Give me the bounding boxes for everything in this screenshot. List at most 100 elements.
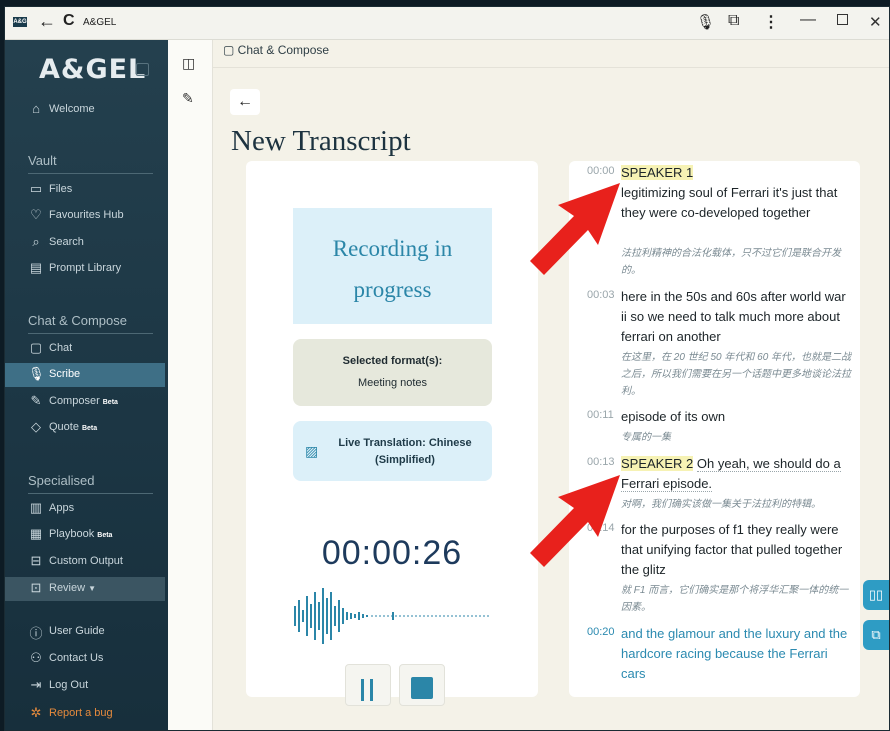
sidebar-item-favourites-hub[interactable]: ♡ Favourites Hub xyxy=(5,204,168,228)
heart-icon: ♡ xyxy=(30,207,42,222)
sidebar-item-user-guide[interactable]: ⓘ User Guide xyxy=(5,620,168,644)
reload-icon[interactable]: C xyxy=(63,12,75,30)
sidebar-item-label: User Guide xyxy=(49,625,105,637)
chat-icon: ▢ xyxy=(223,43,238,57)
translation-text: 对啊，我们确实该做一集关于法拉利的特辑。 xyxy=(621,499,821,510)
sidebar-item-contact-us[interactable]: ⚇ Contact Us xyxy=(5,647,168,671)
output-icon: ⊟ xyxy=(30,553,42,568)
sidebar-item-custom-output[interactable]: ⊟ Custom Output xyxy=(5,550,168,574)
sidebar-item-review[interactable]: ⊡ Review ▼ xyxy=(5,577,165,601)
sidebar-item-quote[interactable]: ◇ Quote Beta xyxy=(5,416,168,440)
sidebar-item-label: Review ▼ xyxy=(49,582,96,594)
timestamp: 00:20 xyxy=(587,626,615,638)
divider xyxy=(213,67,889,68)
sidebar-item-label: Report a bug xyxy=(49,707,113,719)
sidebar-item-log-out[interactable]: ⇥ Log Out xyxy=(5,674,168,698)
sidebar-item-label: Files xyxy=(49,183,73,195)
sidebar-collapse-icon[interactable] xyxy=(136,63,149,76)
sidebar-item-label: Prompt Library xyxy=(49,262,122,274)
recording-status-box: Recording in progress xyxy=(293,208,492,324)
sidebar-item-report-bug[interactable]: ✲ Report a bug xyxy=(5,702,168,726)
label-text: Quote xyxy=(49,421,79,433)
label-text: Composer xyxy=(49,395,100,407)
beta-badge: Beta xyxy=(102,399,118,406)
waveform-bars xyxy=(294,588,394,644)
translation-text: 法拉利精神的合法化载体，只不过它们是联合开发的。 xyxy=(621,248,841,276)
maximize-icon[interactable] xyxy=(837,14,848,25)
beta-badge: Beta xyxy=(97,532,113,539)
segment-text-body: legitimizing soul of Ferrari it's just t… xyxy=(621,185,838,220)
brand-logo: A&GEL xyxy=(39,54,147,85)
sidebar-item-files[interactable]: ▭ Files xyxy=(5,178,168,202)
translation-text: 在这里，在 20 世纪 50 年代和 60 年代，也就是二战之后，所以我们需要在… xyxy=(621,352,852,397)
app-window: A&G ← C A&GEL 🎙 ⧉ ⋮ — ✕ A&GEL ⌂ Welcome … xyxy=(4,6,890,731)
stop-icon xyxy=(411,677,433,699)
translation-text: 专属的一集 xyxy=(621,432,671,443)
segment-text: episode of its own xyxy=(621,409,726,424)
back-arrow-icon[interactable]: ← xyxy=(38,11,56,32)
panel-toggle-icon[interactable]: ◫ xyxy=(182,55,195,72)
sidebar-item-label: Favourites Hub xyxy=(49,209,124,221)
close-icon[interactable]: ✕ xyxy=(869,13,882,31)
sidebar-item-prompt-library[interactable]: ▤ Prompt Library xyxy=(5,257,168,281)
stop-button[interactable] xyxy=(399,664,445,706)
sidebar-item-label: Scribe xyxy=(49,368,81,380)
microphone-icon: 🎙 xyxy=(28,366,45,381)
window-title: A&GEL xyxy=(83,17,117,28)
format-box[interactable]: Selected format(s): Meeting notes xyxy=(293,339,492,406)
translation-label: Live Translation: Chinese (Simplified) xyxy=(338,437,472,466)
sidebar-item-label: Welcome xyxy=(49,103,95,115)
book-open-icon[interactable]: ▯▯ xyxy=(863,580,889,610)
sidebar-item-chat[interactable]: ▢ Chat xyxy=(5,337,168,361)
sidebar-item-label: Quote Beta xyxy=(49,421,97,433)
folder-icon: ▭ xyxy=(29,181,43,196)
recording-panel: Recording in progress Selected format(s)… xyxy=(246,161,538,706)
bug-icon: ✲ xyxy=(30,705,42,720)
contacts-icon: ⚇ xyxy=(30,650,42,665)
pen-icon: ✎ xyxy=(30,393,42,408)
segment-text: and the glamour and the luxury and the h… xyxy=(621,626,848,681)
info-icon: ⓘ xyxy=(29,626,43,641)
speaker-label: SPEAKER 1 xyxy=(621,165,694,180)
divider xyxy=(28,493,153,494)
sidebar-item-label: Chat xyxy=(49,342,73,354)
logout-icon: ⇥ xyxy=(30,677,42,692)
sidebar-item-playbook[interactable]: ▦ Playbook Beta xyxy=(5,523,168,547)
breadcrumb-label: Chat & Compose xyxy=(237,43,330,57)
icon-rail: ◫ ✎ xyxy=(168,40,213,730)
pause-icon xyxy=(361,679,375,705)
sidebar-item-composer[interactable]: ✎ Composer Beta xyxy=(5,390,168,414)
extension-icon[interactable]: ⧉ xyxy=(728,12,739,30)
speaker-label: SPEAKER 2 xyxy=(621,456,694,471)
sidebar-item-label: Custom Output xyxy=(49,555,123,567)
sidebar-item-search[interactable]: ⌕ Search xyxy=(5,231,168,255)
sidebar-item-apps[interactable]: ▥ Apps xyxy=(5,497,168,521)
copy-icon[interactable]: ⧉ xyxy=(863,620,889,650)
sidebar-item-welcome[interactable]: ⌂ Welcome xyxy=(5,98,168,122)
timestamp: 00:11 xyxy=(587,409,614,421)
recording-status: Recording in progress xyxy=(332,236,453,302)
segment-text: here in the 50s and 60s after world war … xyxy=(621,289,846,344)
more-vertical-icon[interactable]: ⋮ xyxy=(763,12,779,32)
review-icon: ⊡ xyxy=(30,580,42,595)
app-logo-icon: A&G xyxy=(13,17,27,27)
new-chat-icon[interactable]: ✎ xyxy=(182,90,194,107)
back-button[interactable]: ← xyxy=(230,89,260,115)
segment-text: SPEAKER 2 Oh yeah, we should do a Ferrar… xyxy=(621,454,855,494)
sidebar-item-label: Playbook Beta xyxy=(49,528,112,540)
search-icon: ⌕ xyxy=(32,234,40,249)
segment-text: for the purposes of f1 they really were … xyxy=(621,522,843,577)
microphone-icon[interactable]: 🎙 xyxy=(696,13,715,31)
sidebar: A&GEL ⌂ Welcome Vault ▭ Files ♡ Favourit… xyxy=(5,40,168,730)
divider xyxy=(28,333,153,334)
sidebar-item-scribe[interactable]: 🎙 Scribe xyxy=(5,363,165,387)
chevron-down-icon: ▼ xyxy=(88,584,97,593)
segment-text: SPEAKER 1 legitimizing soul of Ferrari it… xyxy=(621,163,855,223)
sidebar-item-label: Composer Beta xyxy=(49,395,118,407)
minimize-icon[interactable]: — xyxy=(800,11,816,29)
pause-button[interactable] xyxy=(345,664,391,706)
divider xyxy=(28,173,153,174)
breadcrumb[interactable]: ▢ Chat & Compose xyxy=(223,43,329,57)
translation-box[interactable]: ▨ Live Translation: Chinese (Simplified) xyxy=(293,421,492,481)
sidebar-item-label: Apps xyxy=(49,502,75,514)
